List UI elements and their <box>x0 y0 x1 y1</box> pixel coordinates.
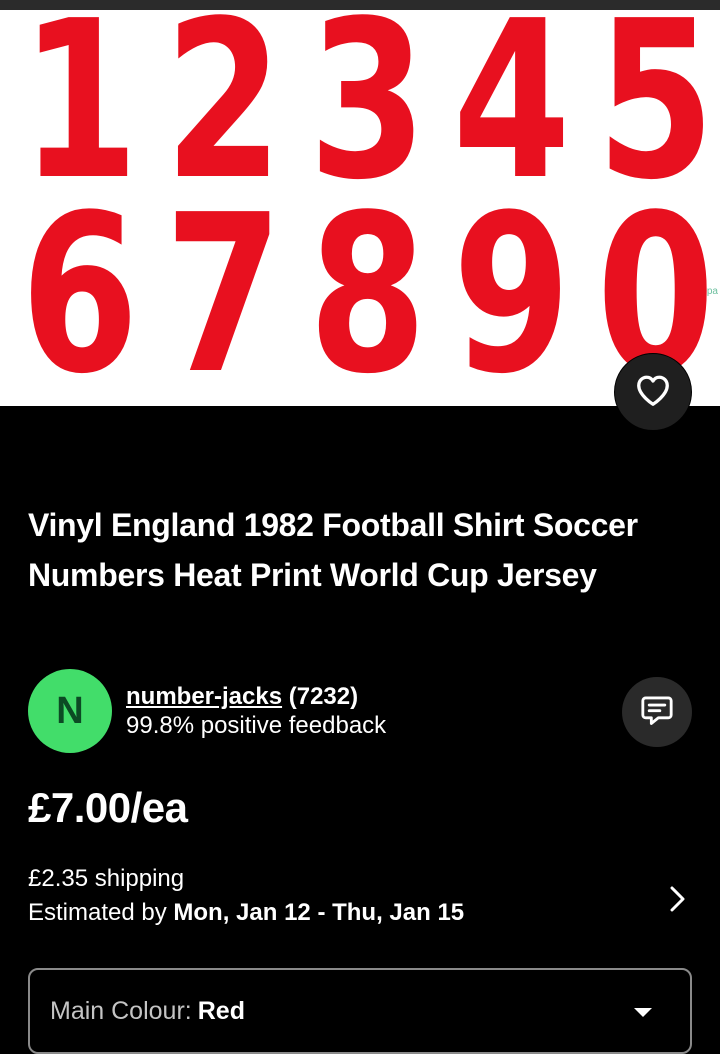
delivery-estimate: Estimated by Mon, Jan 12 - Thu, Jan 15 <box>28 896 692 930</box>
select-label: Main Colour: <box>50 996 192 1025</box>
seller-name-line: number-jacks (7232) <box>126 682 358 712</box>
seller-username-link[interactable]: number-jacks <box>126 683 282 710</box>
seller-info: N number-jacks (7232) 99.8% positive fee… <box>28 669 692 753</box>
status-bar <box>0 0 720 10</box>
delivery-estimate-dates: Mon, Jan 12 - Thu, Jan 15 <box>173 899 465 926</box>
digits-row-2: 6 7 8 9 0 <box>0 169 720 406</box>
contact-seller-button[interactable] <box>622 677 692 747</box>
item-title: Vinyl England 1982 Football Shirt Soccer… <box>28 507 638 593</box>
shipping-cost: £2.35 shipping <box>28 865 185 892</box>
item-price: £7.00/ea <box>28 784 188 831</box>
watchlist-button[interactable] <box>614 353 692 431</box>
chevron-down-icon <box>634 1008 652 1017</box>
seller-feedback: 99.8% positive feedback <box>126 712 387 739</box>
shipping-info[interactable]: £2.35 shipping Estimated by Mon, Jan 12 … <box>28 862 692 938</box>
digit: 7 <box>164 169 283 406</box>
heart-icon <box>635 373 671 412</box>
seller-rating-count: (7232) <box>288 683 359 710</box>
image-watermark: pa <box>706 286 718 297</box>
chevron-right-icon[interactable] <box>664 882 690 916</box>
delivery-estimate-prefix: Estimated by <box>28 899 167 926</box>
digit: 9 <box>452 169 571 406</box>
seller-avatar[interactable]: N <box>28 669 112 753</box>
digit: 6 <box>20 169 139 406</box>
select-value: Red <box>197 996 245 1025</box>
main-colour-select[interactable]: Main Colour: Red <box>28 968 692 1054</box>
product-image[interactable]: 1 2 3 4 5 6 7 8 9 0 pa <box>0 10 720 406</box>
chat-bubble-icon <box>640 694 674 731</box>
digit: 8 <box>308 169 427 406</box>
